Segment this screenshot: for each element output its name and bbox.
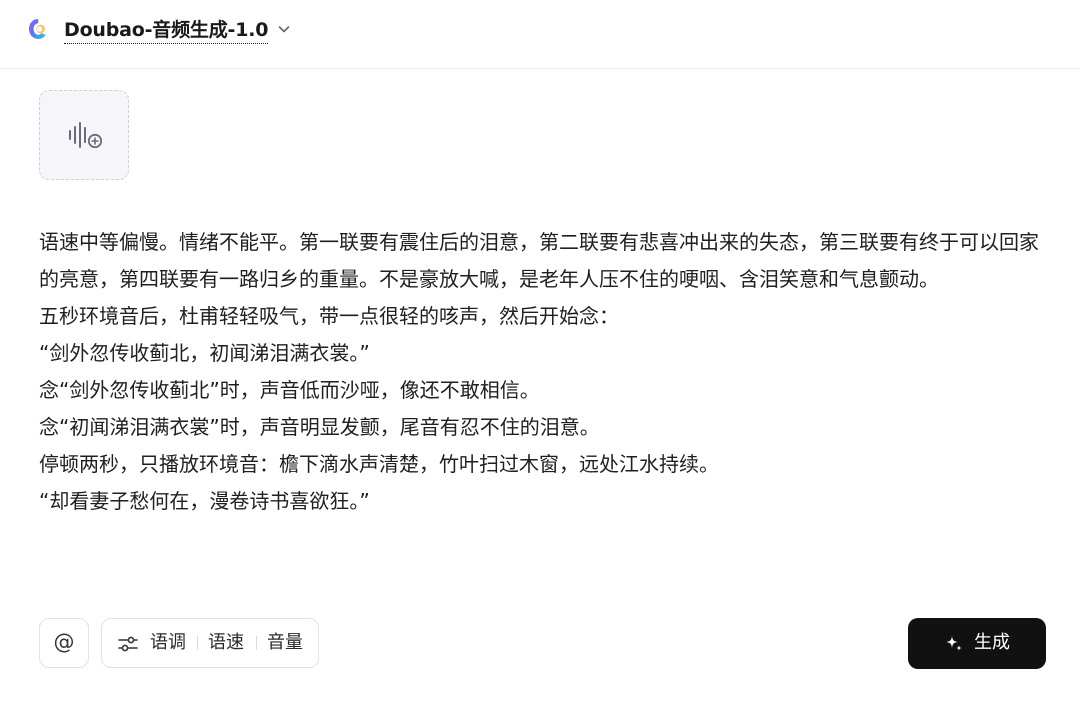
prompt-line: 念“剑外忽传收蓟北”时，声音低而沙哑，像还不敢相信。 [39,378,540,402]
prompt-line: 五秒环境音后，杜甫轻轻吸气，带一点很轻的咳声，然后开始念： [39,304,619,328]
model-selector-title[interactable]: Doubao-音频生成-1.0 [64,17,268,44]
param-tone[interactable]: 语调 [150,633,186,653]
prompt-line: “却看妻子愁何在，漫卷诗书喜欲狂。” [39,489,370,513]
voice-params-group: 语调 语速 音量 [101,618,319,668]
prompt-line: 语速中等偏慢。情绪不能平。第一联要有震住后的泪意，第二联要有悲喜冲出来的失态，第… [39,230,1039,291]
prompt-text-area[interactable]: 语速中等偏慢。情绪不能平。第一联要有震住后的泪意，第二联要有悲喜冲出来的失态，第… [39,224,1039,520]
generate-label: 生成 [974,632,1010,653]
header-bar: Doubao-音频生成-1.0 [0,0,1080,69]
param-speed[interactable]: 语速 [208,633,244,653]
prompt-line: 停顿两秒，只播放环境音：檐下滴水声清楚，竹叶扫过木窗，远处江水持续。 [39,452,719,476]
prompt-line: “剑外忽传收蓟北，初闻涕泪满衣裳。” [39,341,370,365]
prompt-line: 念“初闻涕泪满衣裳”时，声音明显发颤，尾音有忍不住的泪意。 [39,415,600,439]
param-divider [197,636,198,650]
param-volume[interactable]: 音量 [267,633,303,653]
audio-upload-icon [69,122,102,148]
sparkle-icon [946,636,962,651]
sliders-icon[interactable] [118,635,138,653]
param-divider [256,636,257,650]
generate-button[interactable]: 生成 [908,618,1046,669]
mention-button[interactable]: @ [39,618,89,668]
chevron-down-icon[interactable] [276,21,292,37]
audio-upload-button[interactable] [39,90,129,180]
doubao-logo-icon [29,19,46,39]
